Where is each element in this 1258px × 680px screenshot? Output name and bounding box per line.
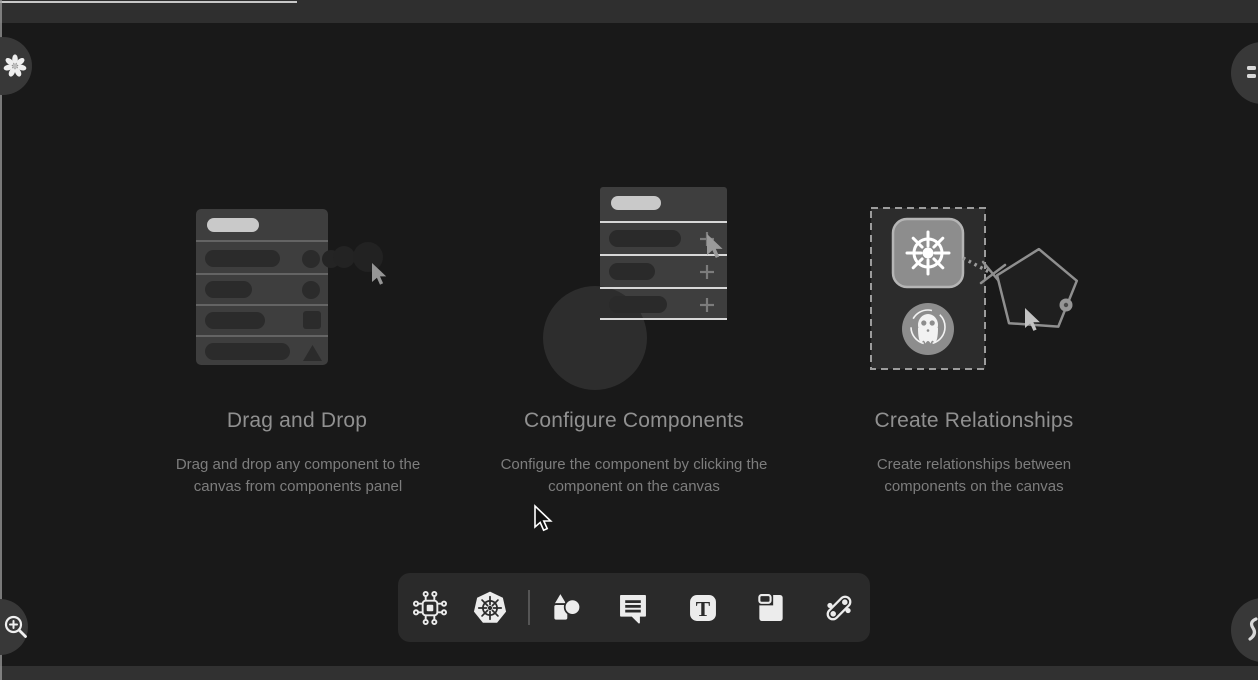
canvas-dock-toolbar: T: [398, 573, 870, 642]
card-desc-drag-and-drop: Drag and drop any component to the canva…: [162, 454, 434, 498]
flower-icon: [0, 51, 30, 81]
card-desc-create-relationships: Create relationships between components …: [858, 454, 1090, 498]
pentagon-node-graphic: [997, 249, 1077, 327]
titlebar-highlight-line: [0, 1, 297, 3]
panel-icon: [1246, 616, 1258, 644]
comment-icon[interactable]: [614, 589, 652, 627]
panel-icon: [1245, 64, 1258, 82]
mouse-cursor: [531, 504, 553, 534]
kubernetes-icon[interactable]: [471, 589, 509, 627]
pentagon-gear-handle: [1060, 299, 1073, 312]
drag-and-drop-illustration: [190, 180, 410, 365]
component-graph-icon[interactable]: [411, 589, 449, 627]
top-titlebar: [0, 0, 1258, 23]
configure-components-illustration: [540, 181, 750, 396]
card-title-drag-and-drop: Drag and Drop: [132, 409, 462, 433]
window-left-border: [0, 0, 2, 680]
relationship-icon[interactable]: [820, 589, 858, 627]
card-title-create-relationships: Create Relationships: [809, 409, 1139, 433]
svg-text:T: T: [696, 597, 711, 621]
bottom-statusbar: [0, 666, 1258, 680]
kubernetes-wheel-icon: [907, 232, 949, 274]
shapes-icon[interactable]: [547, 589, 585, 627]
text-icon[interactable]: T: [684, 589, 722, 627]
zoom-in-icon: [0, 611, 32, 643]
design-canvas[interactable]: Drag and Drop Drag and drop any componen…: [0, 23, 1258, 666]
card-desc-configure-components: Configure the component by clicking the …: [482, 454, 786, 498]
canvas-app-window: { "cards": [ { "title": "Drag and Drop",…: [0, 0, 1258, 680]
note-icon[interactable]: [752, 589, 790, 627]
card-title-configure-components: Configure Components: [469, 409, 799, 433]
create-relationships-illustration: [860, 201, 1100, 376]
dock-divider: [528, 590, 530, 625]
